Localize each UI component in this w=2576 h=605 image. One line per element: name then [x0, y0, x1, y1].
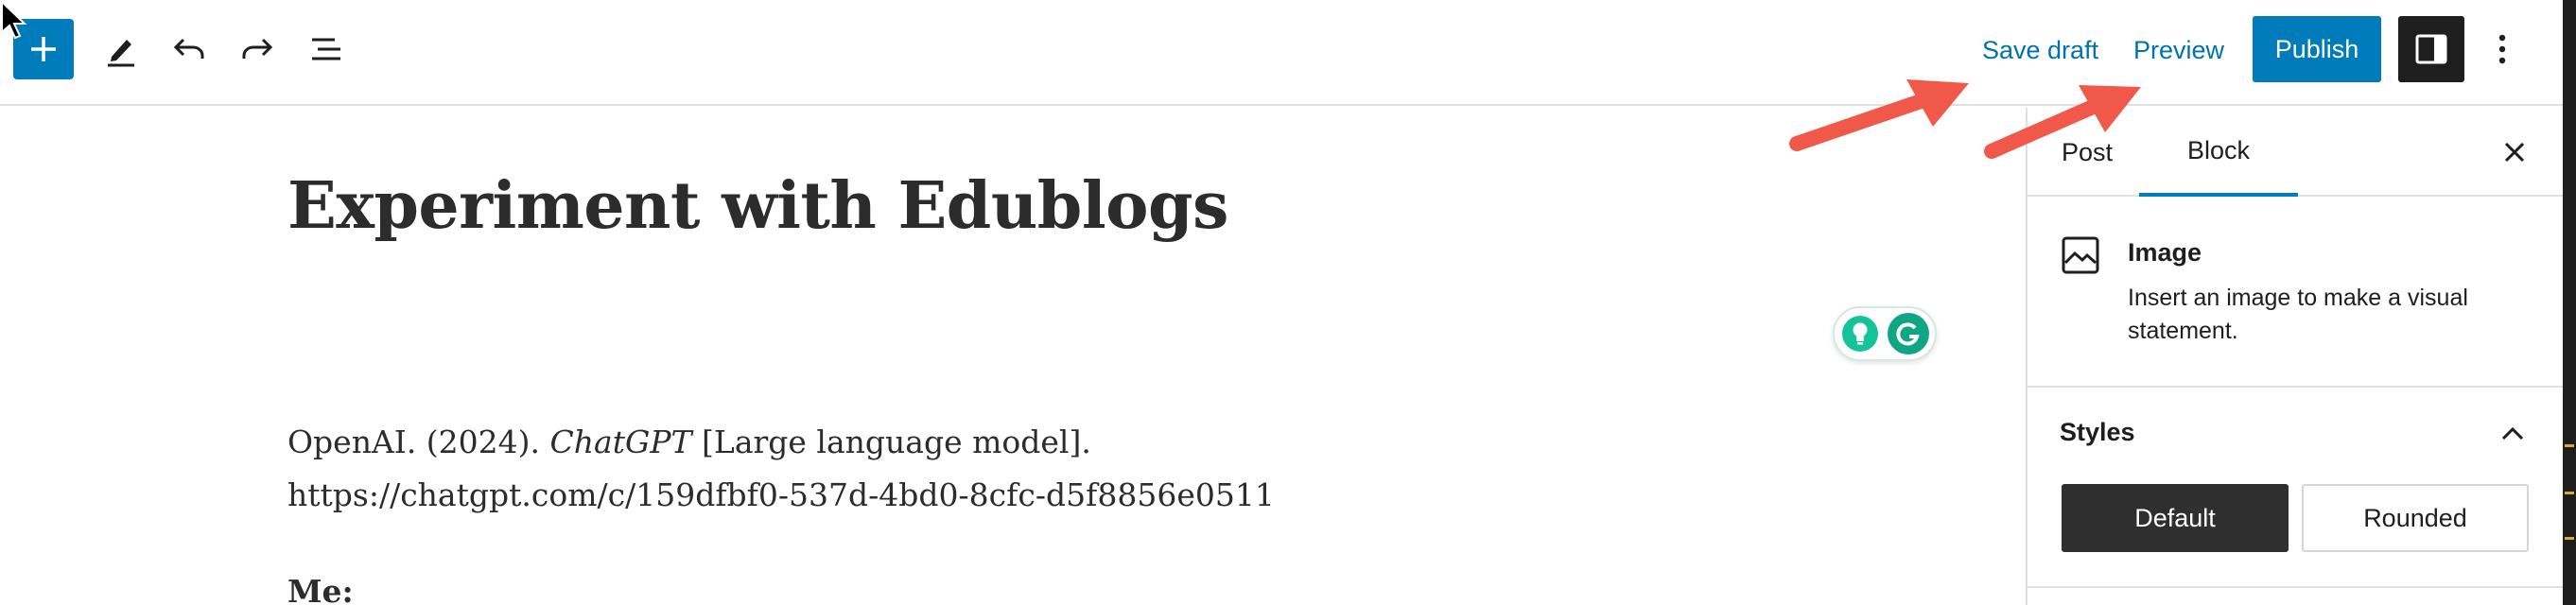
- style-option-rounded[interactable]: Rounded: [2302, 484, 2529, 552]
- undo-icon: [173, 38, 204, 59]
- preview-button[interactable]: Preview: [2118, 25, 2239, 76]
- redo-icon: [242, 38, 273, 59]
- style-option-default[interactable]: Default: [2062, 484, 2289, 552]
- block-description: Insert an image to make a visual stateme…: [2128, 285, 2468, 344]
- edge-marker: [2565, 444, 2574, 447]
- tools-button[interactable]: [89, 17, 153, 81]
- close-icon: [2504, 142, 2525, 163]
- more-vertical-icon: [2498, 34, 2506, 64]
- lightbulb-icon[interactable]: [1842, 316, 1878, 352]
- save-draft-button[interactable]: Save draft: [1967, 25, 2114, 76]
- settings-sidebar: Post Block Image Insert an image to make…: [2026, 108, 2565, 605]
- styles-panel-toggle[interactable]: [2489, 410, 2536, 458]
- plus-icon: [31, 37, 56, 61]
- settings-sidebar-toggle[interactable]: [2398, 16, 2464, 82]
- tab-post[interactable]: Post: [2062, 108, 2113, 197]
- document-overview-button[interactable]: [295, 17, 359, 81]
- close-sidebar-button[interactable]: [2489, 127, 2540, 178]
- styles-panel: Styles Default Rounded: [2028, 389, 2565, 588]
- pencil-icon: [108, 40, 134, 67]
- post-title[interactable]: Experiment with Edublogs: [287, 168, 1228, 244]
- chevron-up-icon: [2501, 426, 2524, 441]
- undo-button[interactable]: [157, 17, 221, 81]
- editor-toolbar: Save draft Preview Publish: [0, 0, 2563, 106]
- grammarly-logo-icon[interactable]: [1888, 313, 1929, 354]
- publish-button[interactable]: Publish: [2253, 16, 2381, 82]
- citation-text-start: OpenAI. (2024).: [287, 424, 550, 460]
- window-edge: [2563, 0, 2576, 605]
- edge-marker: [2565, 492, 2574, 494]
- tab-block[interactable]: Block: [2139, 108, 2298, 197]
- sidebar-panel-icon: [2415, 34, 2447, 64]
- sidebar-tabs: Post Block: [2028, 108, 2565, 197]
- list-view-icon: [312, 38, 340, 60]
- citation-italic-title: ChatGPT: [549, 424, 692, 460]
- mouse-cursor-icon: [1, 0, 27, 40]
- edge-marker: [2565, 537, 2574, 540]
- redo-button[interactable]: [225, 17, 289, 81]
- options-menu-button[interactable]: [2476, 16, 2529, 82]
- citation-paragraph[interactable]: OpenAI. (2024). ChatGPT [Large language …: [287, 416, 1555, 522]
- speaker-label-paragraph[interactable]: Me:: [287, 573, 354, 605]
- grammarly-widget[interactable]: [1833, 306, 1937, 361]
- image-icon: [2062, 236, 2099, 274]
- styles-panel-title[interactable]: Styles: [2060, 418, 2135, 447]
- block-card: Image Insert an image to make a visual s…: [2028, 199, 2565, 388]
- block-name: Image: [2128, 238, 2202, 267]
